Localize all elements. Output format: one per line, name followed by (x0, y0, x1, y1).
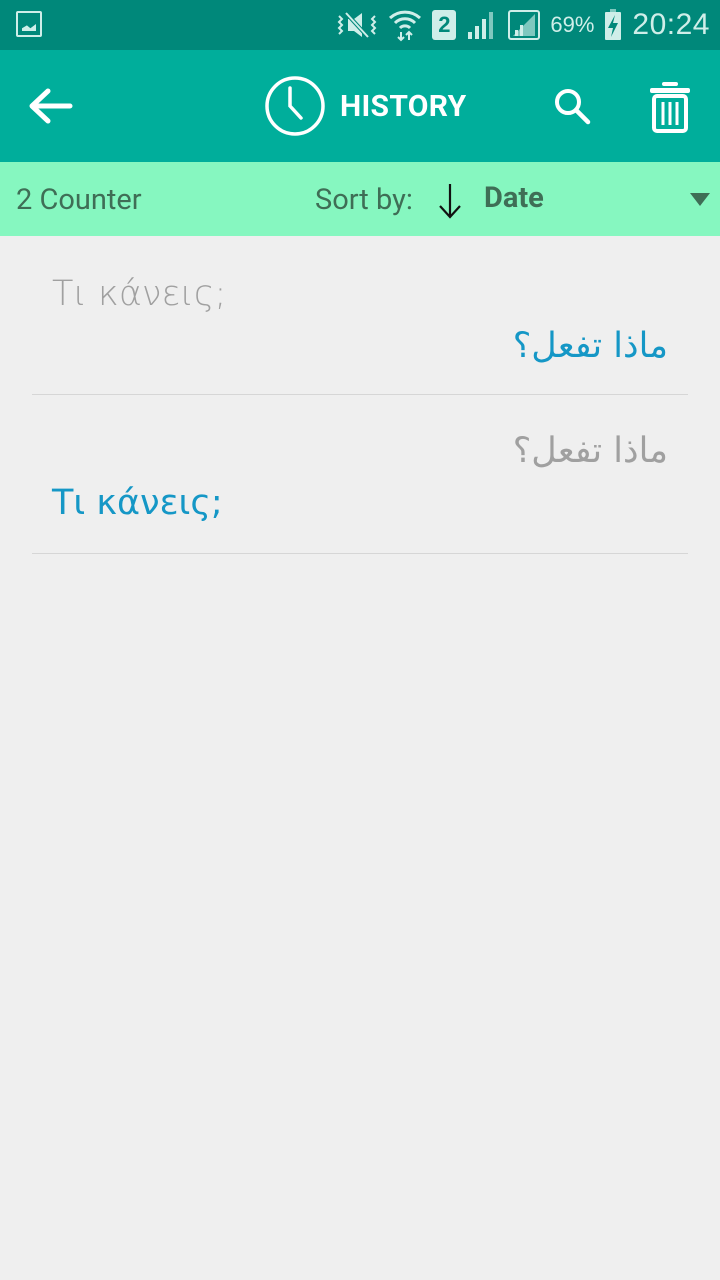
sort-label: Sort by: (315, 183, 413, 217)
translation-text: ماذا تفعل؟ (512, 326, 668, 366)
source-text: Τι κάνεις; (52, 274, 227, 314)
sort-bar: 2 Counter Sort by: Date (0, 162, 720, 236)
page-title: HISTORY (340, 88, 467, 124)
title-group: HISTORY (264, 74, 466, 138)
clock-icon (265, 76, 325, 136)
app-bar: HISTORY (0, 50, 720, 162)
search-icon[interactable] (552, 86, 592, 126)
arrow-left-icon[interactable] (26, 86, 74, 126)
history-counter: 2 Counter (16, 183, 142, 217)
battery-charging-icon (605, 9, 622, 40)
signal-icon (508, 10, 541, 40)
gallery-icon (16, 11, 42, 37)
sort-value-select[interactable]: Date (484, 162, 544, 234)
signal-icon (468, 12, 494, 39)
dropdown-triangle-icon[interactable] (690, 193, 710, 206)
history-item[interactable]: ماذا تفعل؟ Τι κάνεις; (32, 395, 688, 554)
battery-percent: 69% (550, 12, 595, 37)
arrow-down-icon[interactable] (436, 182, 464, 220)
mute-vibrate-icon (337, 11, 377, 39)
trash-icon[interactable] (648, 80, 692, 134)
history-item[interactable]: Τι κάνεις; ماذا تفعل؟ (32, 236, 688, 395)
history-list: Τι κάνεις; ماذا تفعل؟ ماذا تفعل؟ Τι κάνε… (32, 236, 688, 554)
sim-icon: 2 (432, 10, 457, 40)
wifi-icon (389, 10, 422, 42)
source-text: ماذا تفعل؟ (512, 431, 668, 471)
status-bar: 2 69% 20:24 (0, 0, 720, 50)
translation-text: Τι κάνεις; (52, 483, 223, 523)
clock-time: 20:24 (632, 8, 710, 41)
